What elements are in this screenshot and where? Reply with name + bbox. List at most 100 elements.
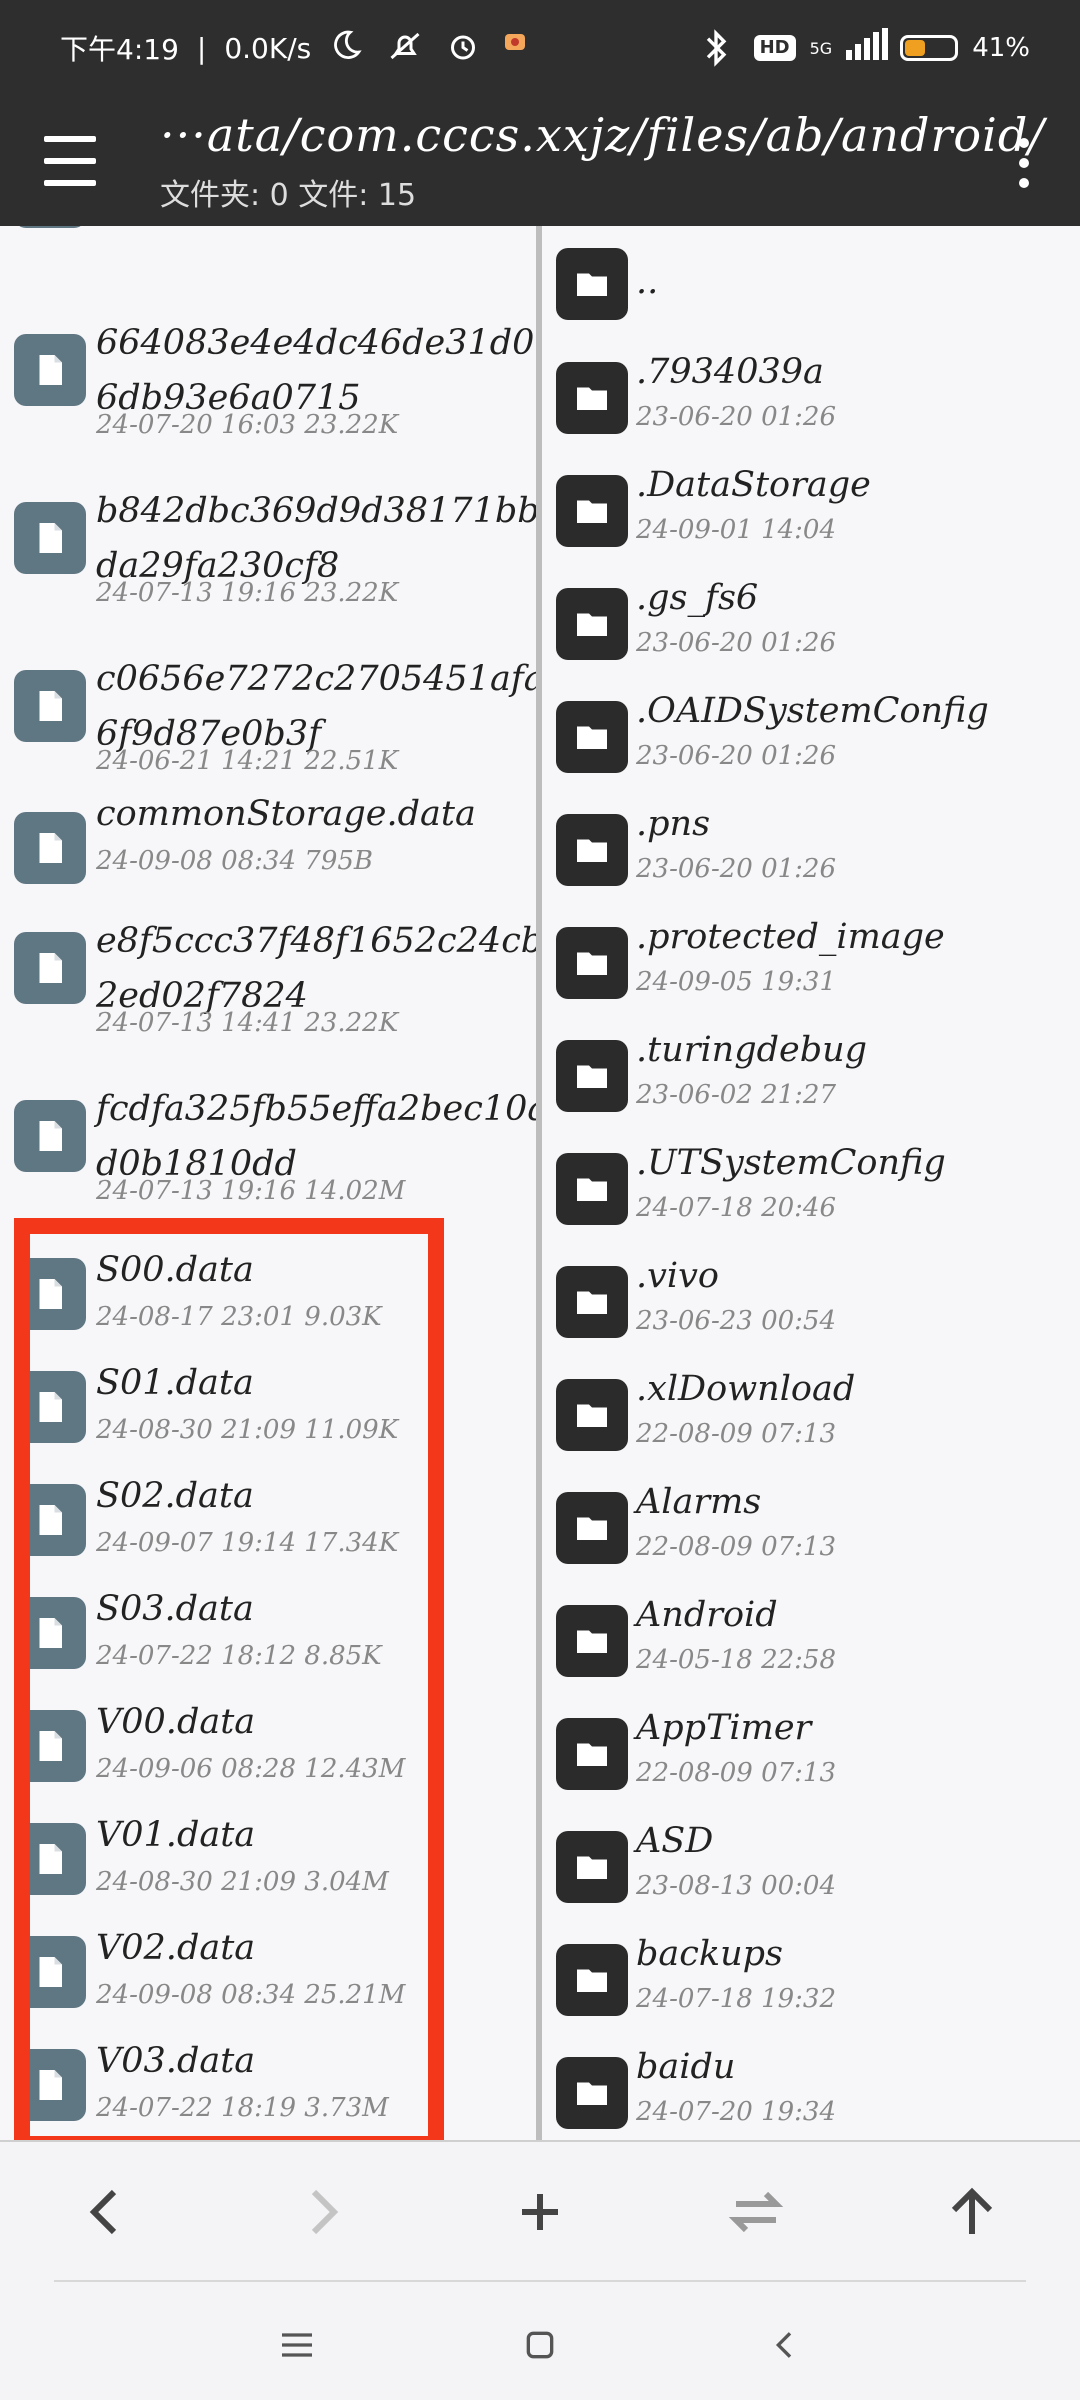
- folder-icon: [556, 1605, 628, 1677]
- folder-meta: 22-08-09 07:13: [636, 1532, 837, 1562]
- file-name: commonStorage.data: [96, 794, 476, 834]
- file-meta: 24-07-22 18:12 8.85K: [96, 1641, 382, 1671]
- bottom-toolbar: [0, 2140, 1080, 2282]
- folder-name: baidu: [636, 2047, 736, 2087]
- folder-meta: 23-06-02 21:27: [636, 1080, 837, 1110]
- folder-meta: 24-05-18 22:58: [636, 1645, 837, 1675]
- status-time: 下午4:19: [60, 33, 179, 66]
- file-icon: [14, 1484, 86, 1556]
- folder-icon: [556, 248, 628, 320]
- folder-meta: 23-06-20 01:26: [636, 402, 837, 432]
- back-button[interactable]: [66, 2172, 146, 2252]
- more-options-button[interactable]: [1016, 130, 1032, 196]
- folder-meta: 22-08-09 07:13: [636, 1419, 837, 1449]
- file-icon: [14, 502, 86, 574]
- folder-icon: [556, 814, 628, 886]
- file-icon: [14, 1371, 86, 1443]
- file-icon: [14, 2049, 86, 2121]
- folder-name: .xlDownload: [636, 1369, 856, 1409]
- folder-meta: 24-09-05 19:31: [636, 967, 837, 997]
- folder-meta: 23-06-20 01:26: [636, 628, 837, 658]
- folder-meta: 22-08-09 07:13: [636, 1758, 837, 1788]
- file-icon: [14, 1936, 86, 2008]
- folder-icon: [556, 475, 628, 547]
- status-left: 下午4:19 | 0.0K/s: [60, 28, 543, 68]
- folder-icon: [556, 927, 628, 999]
- system-back-button[interactable]: [760, 2320, 810, 2370]
- folder-name: .UTSystemConfig: [636, 1143, 946, 1183]
- folder-icon: [556, 1379, 628, 1451]
- current-path: ···ata/com.cccs.xxjz/files/ab/android/: [160, 108, 1045, 162]
- home-button[interactable]: [515, 2320, 565, 2370]
- folder-meta: 23-06-20 01:26: [636, 741, 837, 771]
- folder-name: .DataStorage: [636, 465, 871, 505]
- folder-name: ASD: [636, 1821, 714, 1861]
- file-icon: [14, 1710, 86, 1782]
- notification-app-icon: [503, 28, 543, 68]
- folder-meta: 24-07-18 20:46: [636, 1193, 837, 1223]
- status-separator: |: [196, 31, 207, 65]
- hd-badge: HD: [753, 35, 796, 61]
- swap-panes-button[interactable]: [716, 2172, 796, 2252]
- folder-meta: 24-07-20 19:34: [636, 2097, 837, 2127]
- bluetooth-icon: [700, 28, 740, 68]
- file-name: S02.data: [96, 1476, 254, 1516]
- alarm-icon: [445, 28, 485, 68]
- file-meta: 24-06-21 14:21 22.51K: [96, 746, 399, 776]
- battery-icon: [900, 35, 959, 61]
- file-meta: 24-09-06 08:28 12.43M: [96, 1754, 406, 1784]
- folder-meta: 23-08-13 00:04: [636, 1871, 837, 1901]
- file-name: V00.data: [96, 1702, 256, 1742]
- system-nav-bar: [0, 2280, 1080, 2400]
- folder-icon: [556, 1718, 628, 1790]
- file-meta: 24-08-30 21:09 3.04M: [96, 1867, 389, 1897]
- file-meta: 24-08-17 23:01 9.03K: [96, 1302, 382, 1332]
- forward-button[interactable]: [282, 2172, 362, 2252]
- folder-name: .turingdebug: [636, 1030, 868, 1070]
- mute-icon: [387, 28, 427, 68]
- file-name: S01.data: [96, 1363, 254, 1403]
- file-meta: 24-08-30 21:09 11.09K: [96, 1415, 399, 1445]
- folder-icon: [556, 362, 628, 434]
- folder-name: .gs_fs6: [636, 578, 759, 618]
- menu-button[interactable]: [44, 136, 100, 190]
- battery-level: [905, 40, 926, 56]
- file-meta: 24-09-08 08:34 795B: [96, 846, 374, 876]
- file-meta: 24-09-08 08:34 25.21M: [96, 1980, 406, 2010]
- left-file-pane[interactable]: 24-07-20 16:03 584.46K664083e4e4dc46de31…: [0, 226, 536, 2140]
- file-icon: [14, 670, 86, 742]
- file-meta: 24-07-20 16:03 23.22K: [96, 410, 399, 440]
- folder-name: backups: [636, 1934, 783, 1974]
- recent-apps-button[interactable]: [272, 2320, 322, 2370]
- add-button[interactable]: [500, 2172, 580, 2252]
- folder-name: AppTimer: [636, 1708, 812, 1748]
- folder-icon: [556, 1831, 628, 1903]
- file-icon: [14, 1823, 86, 1895]
- folder-icon: [556, 2057, 628, 2129]
- right-folder-pane[interactable]: .. .7934039a 23-06-20 01:26 .DataStorage 24-…: [542, 226, 1080, 2140]
- folder-name: ..: [636, 262, 659, 302]
- file-icon: [14, 226, 86, 228]
- file-icon: [14, 812, 86, 884]
- file-name: V01.data: [96, 1815, 256, 1855]
- folder-meta: 23-06-23 00:54: [636, 1306, 837, 1336]
- folder-icon: [556, 1266, 628, 1338]
- folder-meta: 24-09-01 14:04: [636, 515, 837, 545]
- folder-name: .OAIDSystemConfig: [636, 691, 989, 731]
- up-directory-button[interactable]: [932, 2172, 1012, 2252]
- file-meta: 24-07-13 19:16 23.22K: [96, 578, 399, 608]
- folder-name: .7934039a: [636, 352, 824, 392]
- file-icon: [14, 932, 86, 1004]
- folder-meta: 24-07-18 19:32: [636, 1984, 837, 2014]
- file-icon: [14, 1258, 86, 1330]
- battery-percent: 41%: [972, 33, 1030, 63]
- signal-type: 5G: [809, 38, 833, 58]
- signal-icon: [846, 28, 889, 68]
- folder-name: .vivo: [636, 1256, 719, 1296]
- folder-name: .pns: [636, 804, 711, 844]
- folder-name: .protected_image: [636, 917, 945, 957]
- folder-icon: [556, 588, 628, 660]
- status-right: HD 5G 41%: [700, 28, 1030, 68]
- file-name: S00.data: [96, 1250, 254, 1290]
- folder-icon: [556, 1153, 628, 1225]
